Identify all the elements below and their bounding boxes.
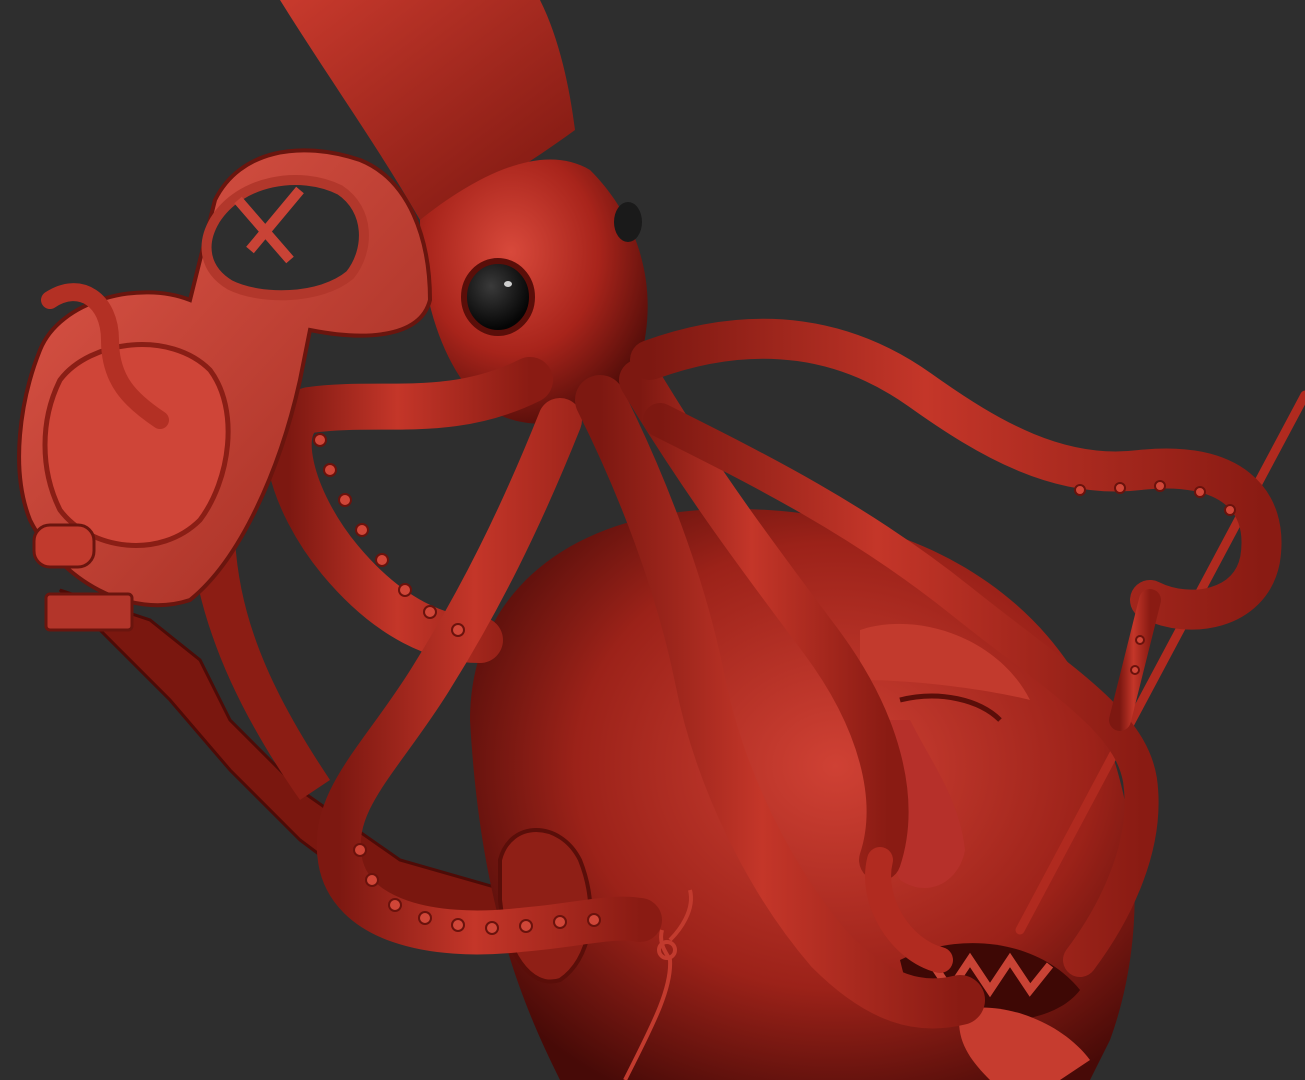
sculpt-viewport[interactable]: [0, 0, 1305, 1080]
squid-eye-far: [614, 202, 642, 242]
squid-eye-glint: [504, 281, 512, 287]
mask-lens-lower: [42, 342, 231, 548]
squid-eye: [461, 258, 535, 336]
mask-valve: [32, 523, 96, 569]
mask-buckle: [44, 592, 134, 632]
sculpt-render[interactable]: [0, 0, 1305, 1080]
mask-lens-upper: [201, 175, 369, 301]
